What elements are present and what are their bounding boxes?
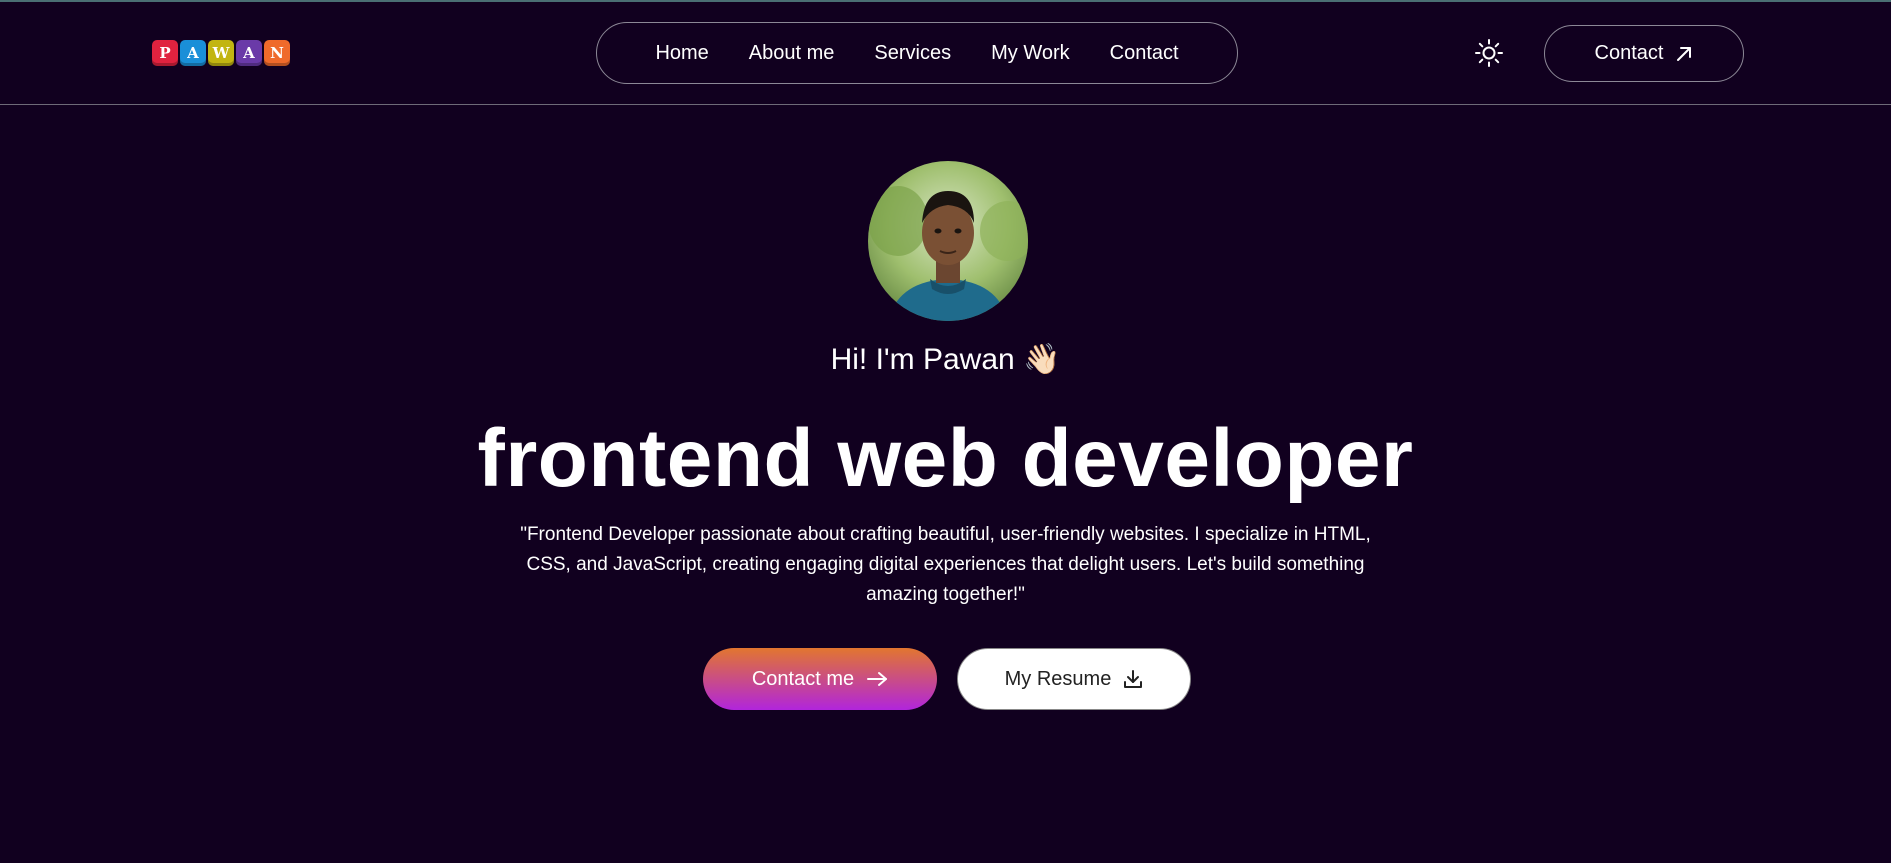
nav-item-contact[interactable]: Contact [1110, 42, 1179, 65]
resume-label: My Resume [1004, 667, 1112, 690]
hero-title: frontend web developer [477, 413, 1414, 504]
profile-photo [868, 161, 1028, 321]
sun-icon [1475, 39, 1503, 67]
logo-letter: P [152, 40, 178, 66]
logo-letter: A [180, 40, 206, 66]
hero-bio: "Frontend Developer passionate about cra… [520, 524, 1371, 605]
main-nav: Home About me Services My Work Contact [596, 22, 1238, 84]
header-contact-button[interactable]: Contact [1544, 25, 1744, 82]
nav-item-my-work[interactable]: My Work [991, 42, 1070, 65]
nav-item-about[interactable]: About me [749, 42, 835, 65]
logo-letter: A [236, 40, 262, 66]
logo-letter: N [264, 40, 290, 66]
nav-item-services[interactable]: Services [874, 42, 951, 65]
nav-item-home[interactable]: Home [655, 42, 708, 65]
logo-letter: W [208, 40, 234, 66]
greeting: Hi! I'm Pawan 👋🏻 [0, 342, 1891, 377]
site-header: P A W A N Home About me Services My Work… [0, 0, 1891, 105]
resume-button[interactable]: My Resume [957, 648, 1191, 710]
contact-me-button[interactable]: Contact me [703, 648, 937, 710]
download-icon [1124, 670, 1143, 688]
greeting-text: Hi! I'm Pawan [830, 343, 1015, 376]
header-contact-label: Contact [1594, 42, 1664, 64]
contact-me-label: Contact me [751, 667, 855, 690]
arrow-right-icon [867, 672, 888, 686]
theme-toggle-button[interactable] [1474, 38, 1504, 68]
arrow-up-right-icon [1677, 46, 1692, 61]
pawan-logo[interactable]: P A W A N [152, 40, 290, 67]
waving-hand-icon: 👋🏻 [1023, 343, 1061, 376]
